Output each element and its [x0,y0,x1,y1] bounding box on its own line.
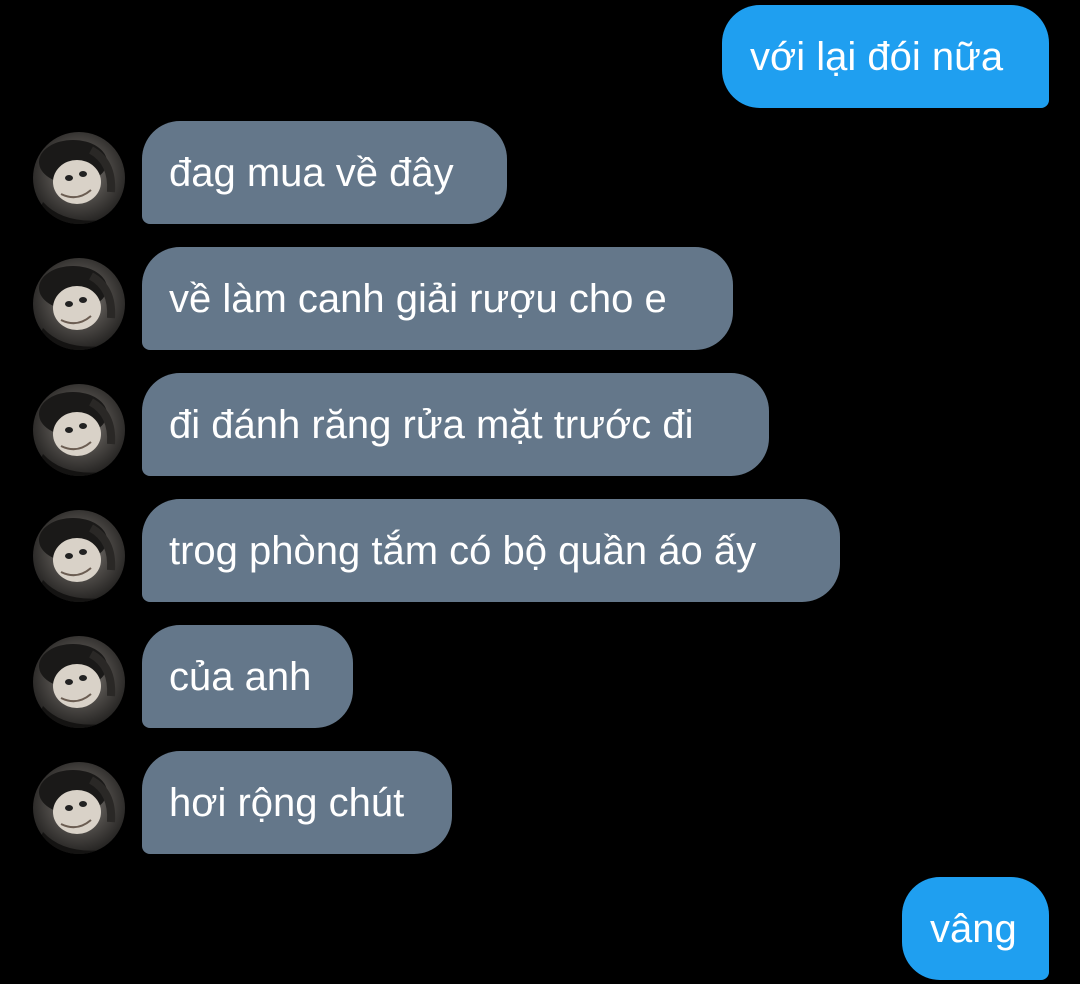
received-message-bubble[interactable]: trog phòng tắm có bộ quần áo ấy [142,499,840,602]
avatar-image [33,132,125,224]
user-photo-avatar[interactable] [33,636,125,728]
message-text: về làm canh giải rượu cho e [169,276,667,321]
avatar-image [33,258,125,350]
user-photo-avatar[interactable] [33,384,125,476]
received-message-bubble[interactable]: về làm canh giải rượu cho e [142,247,733,350]
avatar-image [33,384,125,476]
user-photo-avatar[interactable] [33,510,125,602]
user-photo-avatar[interactable] [33,762,125,854]
user-photo-avatar[interactable] [33,258,125,350]
avatar-image [33,636,125,728]
received-message-bubble[interactable]: đi đánh răng rửa mặt trước đi [142,373,769,476]
avatar-image [33,762,125,854]
received-message-bubble[interactable]: của anh [142,625,353,728]
chat-thread: với lại đói nữa đag mua về đây về làm ca… [0,0,1080,984]
message-text: hơi rộng chút [169,780,405,825]
message-text: đi đánh răng rửa mặt trước đi [169,402,694,447]
sent-message-bubble[interactable]: vâng [902,877,1049,980]
message-text: của anh [169,654,312,699]
sent-message-bubble[interactable]: với lại đói nữa [722,5,1049,108]
received-message-bubble[interactable]: hơi rộng chút [142,751,452,854]
message-text: đag mua về đây [169,150,454,195]
received-message-bubble[interactable]: đag mua về đây [142,121,507,224]
avatar-image [33,510,125,602]
message-text: với lại đói nữa [750,34,1004,79]
message-text: trog phòng tắm có bộ quần áo ấy [169,528,757,573]
message-text: vâng [930,906,1017,951]
user-photo-avatar[interactable] [33,132,125,224]
